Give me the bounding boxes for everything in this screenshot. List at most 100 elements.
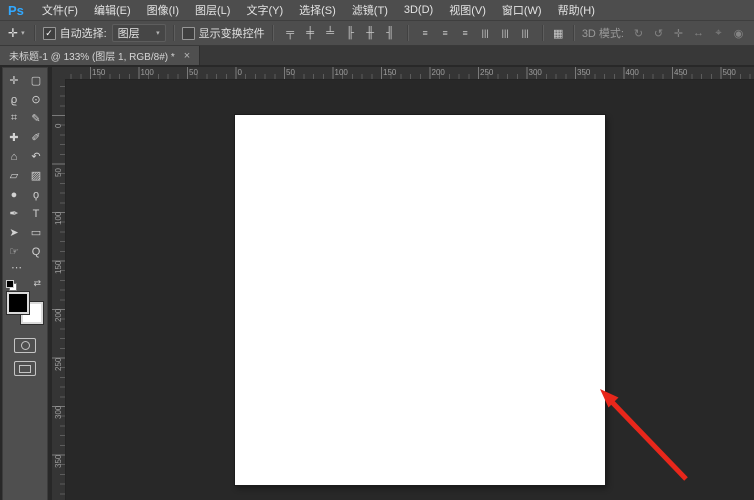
quick-mask-button[interactable] [14, 338, 36, 353]
color-swatches: ⇄ [6, 278, 44, 326]
blur-tool[interactable]: ● [3, 185, 25, 204]
3d-roll-button[interactable]: ↺ [649, 24, 668, 42]
crop-tool[interactable]: ⌗ [3, 109, 25, 128]
menu-type[interactable]: 文字(Y) [238, 0, 291, 20]
document-canvas[interactable] [235, 115, 605, 485]
align-horizontal-centers-button[interactable]: ╫ [361, 24, 380, 42]
zoom-tool[interactable]: Q [25, 242, 47, 261]
menu-file[interactable]: 文件(F) [34, 0, 86, 20]
vertical-ruler[interactable]: 0 50 100 150 200 250 300 350 [52, 79, 66, 500]
auto-align-layers-icon: ▦ [553, 27, 564, 40]
ruler-label: 50 [54, 167, 63, 177]
lasso-tool[interactable]: ϱ [3, 90, 25, 109]
document-tab[interactable]: 未标题-1 @ 133% (图层 1, RGB/8#) * × [0, 46, 201, 65]
distribute-icons-group: ≡ ≡ ≡ ||| ||| ||| [416, 24, 535, 42]
brush-tool[interactable]: ✐ [25, 128, 47, 147]
gradient-tool-icon: ▨ [30, 170, 42, 182]
default-foreground-chip [6, 280, 14, 288]
ruler-label: 100 [334, 68, 348, 77]
distribute-vertical-centers-button[interactable]: ≡ [436, 24, 455, 42]
rectangle-tool[interactable]: ▭ [25, 223, 47, 242]
menu-filter[interactable]: 滤镜(T) [344, 0, 396, 20]
eraser-tool[interactable]: ▱ [3, 166, 25, 185]
clone-stamp-tool[interactable]: ⌂ [3, 147, 25, 166]
3d-mode-icons-group: ↻ ↺ ✛ ↔ ⌖ ◉ [629, 24, 748, 42]
options-bar: ✛ ▾ ✓ 自动选择: 图层 ▾ 显示变换控件 ╤ ╪ ╧ ╟ ╫ ╢ ≡ ≡ … [0, 21, 754, 46]
menu-help[interactable]: 帮助(H) [550, 0, 603, 20]
spot-healing-brush-tool[interactable]: ✚ [3, 128, 25, 147]
screen-mode-button[interactable] [14, 361, 36, 376]
show-transform-label: 显示变换控件 [198, 28, 265, 40]
align-bottom-edges-button[interactable]: ╧ [321, 24, 340, 42]
move-tool-icon: ✛ [9, 75, 19, 87]
distribute-right-edges-icon: ||| [521, 28, 529, 38]
menu-view[interactable]: 视图(V) [441, 0, 494, 20]
ruler-label: 400 [625, 68, 639, 77]
3d-rotate-button[interactable]: ↻ [629, 24, 648, 42]
rectangular-marquee-tool[interactable]: ▢ [25, 71, 47, 90]
history-brush-tool[interactable]: ↶ [25, 147, 47, 166]
3d-camera-button[interactable]: ◉ [729, 24, 748, 42]
menu-window[interactable]: 窗口(W) [494, 0, 550, 20]
ruler-label: 100 [140, 68, 154, 77]
auto-select-label: 自动选择: [59, 28, 107, 40]
distribute-right-edges-button[interactable]: ||| [516, 24, 535, 42]
hand-tool[interactable]: ☞ [3, 242, 25, 261]
align-vertical-centers-icon: ╪ [306, 27, 315, 39]
ruler-label: 200 [431, 68, 445, 77]
menu-layer[interactable]: 图层(L) [187, 0, 238, 20]
foreground-color-swatch[interactable] [7, 292, 29, 314]
ruler-label: 50 [286, 68, 295, 77]
dodge-tool[interactable]: ϙ [25, 185, 47, 204]
menu-image[interactable]: 图像(I) [139, 0, 187, 20]
show-transform-checkbox[interactable] [181, 26, 195, 40]
auto-select-target-dropdown[interactable]: 图层 ▾ [111, 24, 166, 42]
menu-items: 文件(F) 编辑(E) 图像(I) 图层(L) 文字(Y) 选择(S) 滤镜(T… [34, 0, 603, 20]
quick-selection-tool-icon: ⊙ [31, 94, 41, 106]
ruler-label: 150 [92, 68, 106, 77]
swap-colors-icon[interactable]: ⇄ [33, 278, 41, 289]
distribute-horizontal-centers-button[interactable]: ||| [496, 24, 515, 42]
menu-edit[interactable]: 编辑(E) [86, 0, 139, 20]
menu-select[interactable]: 选择(S) [291, 0, 344, 20]
horizontal-type-tool[interactable]: T [25, 204, 47, 223]
ruler-label: 150 [54, 260, 63, 274]
3d-camera-icon: ◉ [733, 27, 744, 40]
align-left-edges-button[interactable]: ╟ [341, 24, 360, 42]
eyedropper-tool[interactable]: ✎ [25, 109, 47, 128]
pen-tool[interactable]: ✒ [3, 204, 25, 223]
3d-rotate-icon: ↻ [633, 27, 644, 40]
separator [572, 25, 575, 41]
menu-3d[interactable]: 3D(D) [396, 0, 441, 20]
horizontal-ruler[interactable]: 150 100 50 0 50 100 150 200 250 300 350 … [65, 67, 754, 80]
auto-select-checkbox[interactable]: ✓ [42, 26, 56, 40]
move-tool[interactable]: ✛ [3, 71, 25, 90]
quick-selection-tool[interactable]: ⊙ [25, 90, 47, 109]
workspace: 150 100 50 0 50 100 150 200 250 300 350 … [0, 65, 754, 500]
3d-pan-button[interactable]: ✛ [669, 24, 688, 42]
3d-zoom-button[interactable]: ⌖ [709, 24, 728, 42]
ruler-label: 250 [54, 357, 63, 371]
edit-toolbar-button[interactable]: ⋯ [11, 263, 22, 274]
close-icon[interactable]: × [184, 50, 190, 61]
align-top-edges-button[interactable]: ╤ [281, 24, 300, 42]
path-selection-tool[interactable]: ➤ [3, 223, 25, 242]
lasso-tool-icon: ϱ [10, 93, 18, 106]
tool-preset-picker[interactable]: ✛ ▾ [6, 26, 27, 40]
distribute-top-edges-button[interactable]: ≡ [416, 24, 435, 42]
distribute-bottom-edges-button[interactable]: ≡ [456, 24, 475, 42]
3d-slide-button[interactable]: ↔ [689, 24, 708, 42]
default-colors-icon[interactable] [6, 280, 17, 291]
document-tab-title: 未标题-1 @ 133% (图层 1, RGB/8#) * [9, 52, 175, 63]
ruler-label: 200 [54, 308, 63, 322]
distribute-left-edges-button[interactable]: ||| [476, 24, 495, 42]
ruler-label: 50 [189, 68, 198, 77]
history-brush-tool-icon: ↶ [31, 151, 41, 163]
auto-align-layers-button[interactable]: ▦ [551, 24, 566, 42]
align-right-edges-icon: ╢ [386, 27, 395, 39]
clone-stamp-tool-icon: ⌂ [10, 150, 18, 163]
gradient-tool[interactable]: ▨ [25, 166, 47, 185]
align-right-edges-button[interactable]: ╢ [381, 24, 400, 42]
eyedropper-tool-icon: ✎ [31, 113, 41, 125]
align-vertical-centers-button[interactable]: ╪ [301, 24, 320, 42]
